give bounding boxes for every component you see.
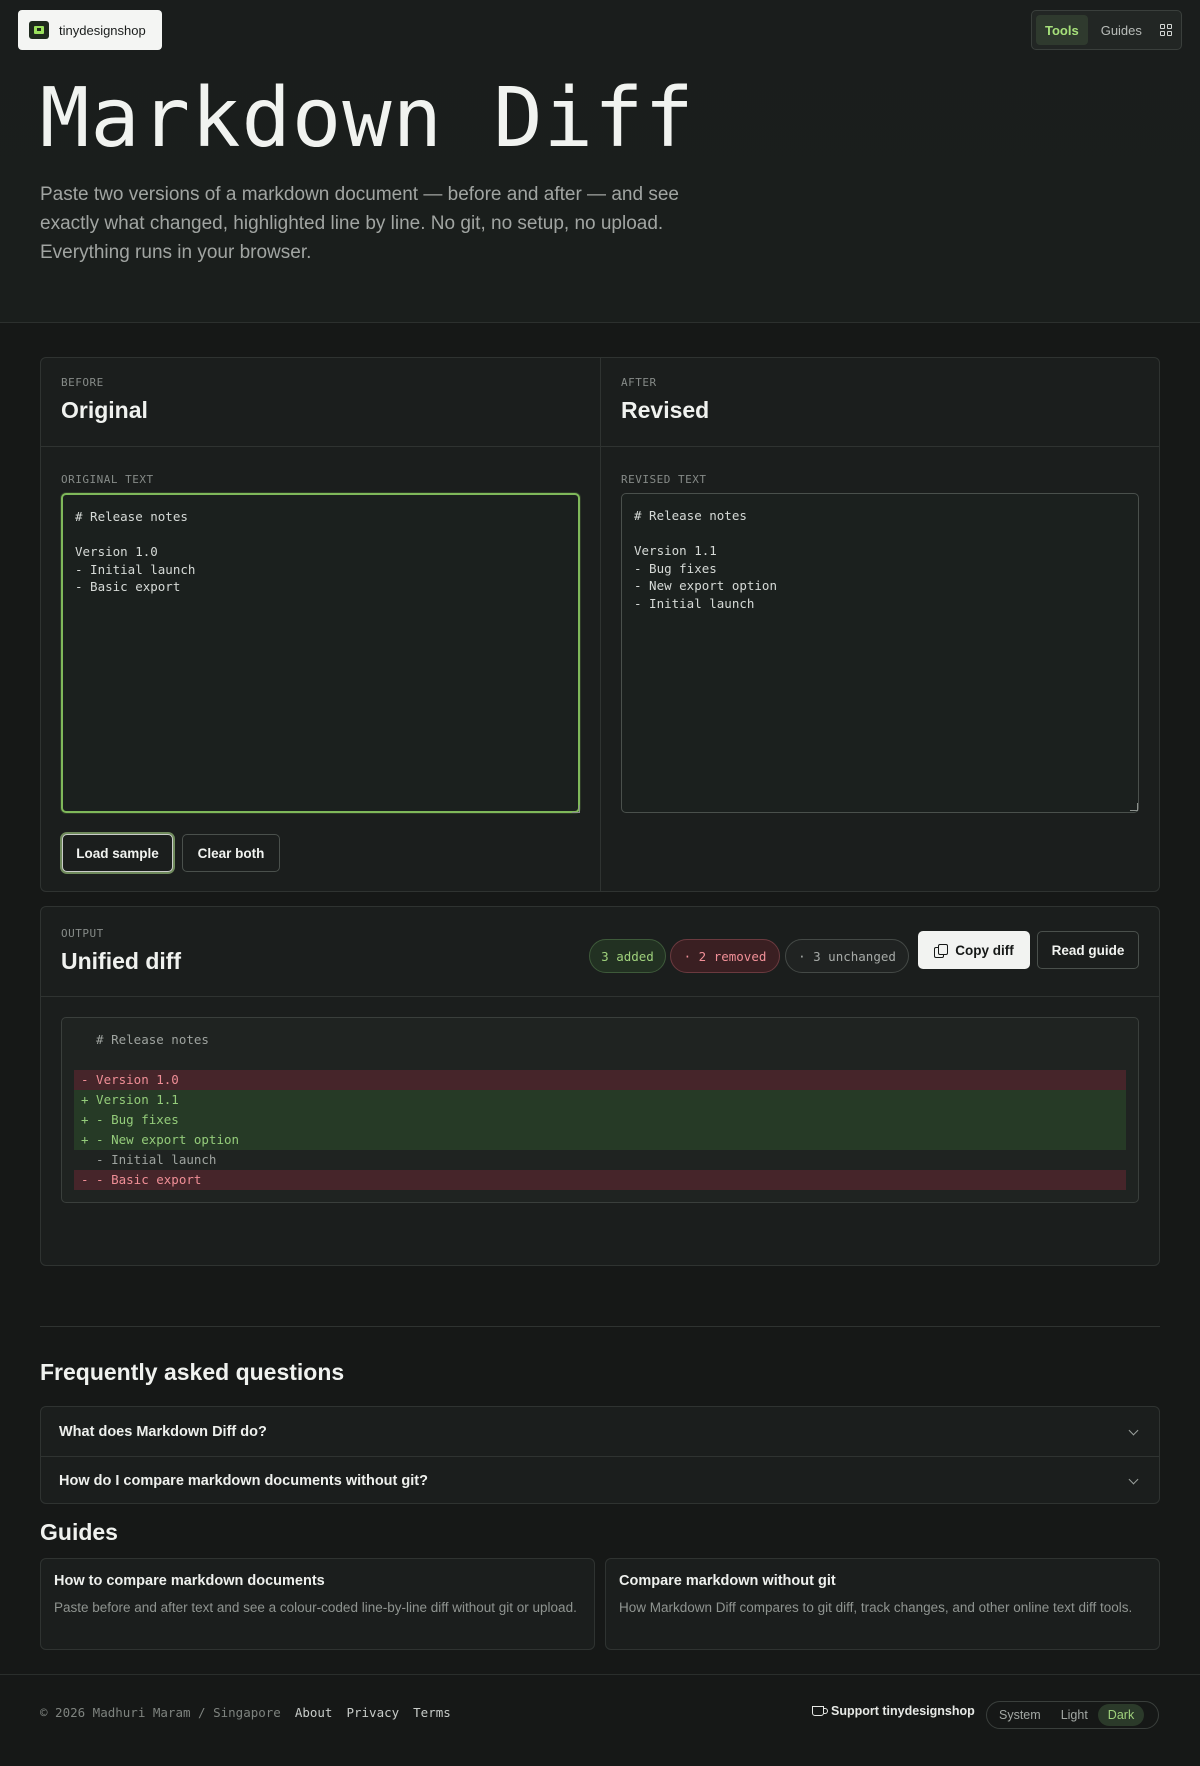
- faq-question: What does Markdown Diff do?: [59, 1423, 267, 1440]
- page-subtitle: Paste two versions of a markdown documen…: [40, 184, 679, 263]
- diff-output: # Release notes - Version 1.0 + Version 1.…: [61, 1017, 1139, 1203]
- faq-question: How do I compare markdown documents with…: [59, 1473, 428, 1489]
- chevron-down-icon: [1128, 1425, 1139, 1435]
- support-label: Support tinydesignshop: [831, 1704, 975, 1718]
- original-text-label: ORIGINAL TEXT: [61, 473, 154, 486]
- revised-text-input[interactable]: # Release notes Version 1.1 - Bug fixes …: [621, 493, 1139, 813]
- copy-icon: [934, 943, 949, 958]
- theme-option-dark[interactable]: Dark: [1097, 1704, 1145, 1726]
- editor-panel: BEFORE Original ORIGINAL TEXT # Release …: [40, 357, 1160, 892]
- diff-line-unchanged: # Release notes: [81, 1032, 209, 1047]
- clear-both-button[interactable]: Clear both: [182, 834, 280, 872]
- after-title: Revised: [621, 397, 710, 423]
- after-eyebrow: AFTER: [621, 376, 657, 389]
- brand-logo-button[interactable]: tinydesignshop: [18, 10, 162, 50]
- original-text-input[interactable]: # Release notes Version 1.0 - Initial la…: [61, 493, 580, 813]
- before-eyebrow: BEFORE: [61, 376, 104, 389]
- about-link[interactable]: About: [295, 1705, 333, 1720]
- load-sample-button[interactable]: Load sample: [62, 834, 173, 872]
- theme-option-light[interactable]: Light: [1051, 1704, 1098, 1726]
- footer-links: © 2026 Madhuri Maram / Singapore About P…: [40, 1705, 451, 1720]
- copy-diff-button[interactable]: Copy diff: [918, 931, 1030, 969]
- diff-line-added: + - Bug fixes: [74, 1110, 1126, 1130]
- guide-card-title: How to compare markdown documents: [54, 1573, 325, 1589]
- privacy-link[interactable]: Privacy: [346, 1705, 399, 1720]
- faq-list: What does Markdown Diff do? How do I com…: [40, 1406, 1160, 1504]
- theme-option-system[interactable]: System: [989, 1704, 1051, 1726]
- unchanged-count-badge: · 3 unchanged: [785, 939, 909, 973]
- diff-line-added: + Version 1.1: [74, 1090, 1126, 1110]
- footer-divider: [0, 1674, 1200, 1675]
- guide-card-description: Paste before and after text and see a co…: [54, 1600, 577, 1615]
- before-column: BEFORE Original ORIGINAL TEXT # Release …: [41, 358, 600, 891]
- guide-card[interactable]: Compare markdown without git How Markdow…: [605, 1558, 1160, 1650]
- guide-card-description: How Markdown Diff compares to git diff, …: [619, 1600, 1133, 1615]
- diff-line-removed: - - Basic export: [74, 1170, 1126, 1190]
- terms-link[interactable]: Terms: [413, 1705, 451, 1720]
- faq-item[interactable]: How do I compare markdown documents with…: [41, 1456, 1159, 1505]
- removed-count-badge: · 2 removed: [670, 939, 780, 973]
- output-panel: OUTPUT Unified diff 3 added · 2 removed …: [40, 906, 1160, 1266]
- before-title: Original: [61, 397, 148, 423]
- revised-resize-handle[interactable]: [1130, 803, 1138, 811]
- copy-diff-label: Copy diff: [955, 942, 1014, 958]
- diff-line-unchanged: [74, 1050, 1126, 1070]
- faq-title: Frequently asked questions: [40, 1359, 345, 1385]
- apps-grid-icon[interactable]: [1155, 19, 1177, 41]
- after-column: AFTER Revised REVISED TEXT # Release not…: [600, 358, 1159, 891]
- faq-item[interactable]: What does Markdown Diff do?: [41, 1407, 1159, 1456]
- before-header: BEFORE Original: [41, 358, 600, 447]
- guide-card-title: Compare markdown without git: [619, 1573, 836, 1589]
- nav-tab-guides[interactable]: Guides: [1092, 15, 1151, 45]
- diff-line-unchanged: - Initial launch: [81, 1152, 217, 1167]
- diff-lines: # Release notes - Version 1.0 + Version 1.…: [74, 1030, 1126, 1190]
- top-nav: Tools Guides: [1031, 10, 1182, 50]
- chevron-down-icon: [1128, 1474, 1139, 1485]
- brand-name: tinydesignshop: [59, 22, 146, 38]
- revised-text-label: REVISED TEXT: [621, 473, 707, 486]
- diff-line-added: + - New export option: [74, 1130, 1126, 1150]
- guides-title: Guides: [40, 1519, 118, 1545]
- section-divider: [40, 1326, 1160, 1327]
- support-link[interactable]: Support tinydesignshop: [812, 1704, 975, 1718]
- original-resize-handle[interactable]: [572, 805, 580, 813]
- brand-icon: [29, 21, 49, 39]
- diff-line-removed: - Version 1.0: [74, 1070, 1126, 1090]
- copyright-text: © 2026 Madhuri Maram / Singapore: [40, 1705, 281, 1720]
- theme-switcher: System Light Dark: [986, 1701, 1159, 1729]
- after-header: AFTER Revised: [601, 358, 1159, 447]
- guide-card[interactable]: How to compare markdown documents Paste …: [40, 1558, 595, 1650]
- read-guide-button[interactable]: Read guide: [1037, 931, 1139, 969]
- output-header: OUTPUT Unified diff 3 added · 2 removed …: [41, 907, 1159, 997]
- coffee-cup-icon: [812, 1706, 828, 1716]
- added-count-badge: 3 added: [589, 939, 666, 973]
- page-title: Markdown Diff: [40, 71, 695, 166]
- nav-tab-tools[interactable]: Tools: [1036, 15, 1088, 45]
